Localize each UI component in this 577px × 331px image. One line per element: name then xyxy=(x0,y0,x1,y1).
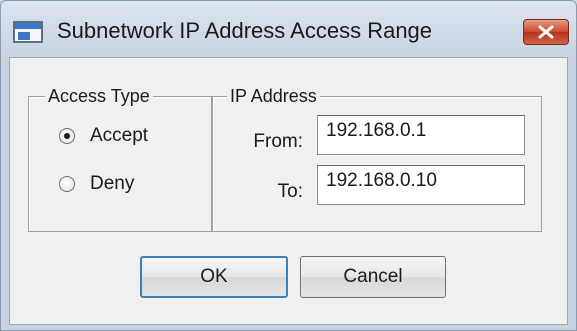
deny-radio-button[interactable] xyxy=(59,176,75,192)
to-label: To: xyxy=(277,181,303,202)
dialog-window: Subnetwork IP Address Access Range Acces… xyxy=(0,0,577,331)
ip-address-legend: IP Address xyxy=(227,85,320,107)
dialog-body: Access Type Accept Deny IP Address From:… xyxy=(9,57,568,325)
accept-radio-label: Accept xyxy=(90,125,149,146)
from-label: From: xyxy=(253,131,303,152)
deny-radio-label: Deny xyxy=(90,173,135,194)
ok-button[interactable]: OK xyxy=(140,256,288,298)
ip-address-group: IP Address From: 192.168.0.1 To: 192.168… xyxy=(212,85,542,232)
radio-selected-dot xyxy=(64,133,70,139)
cancel-button[interactable]: Cancel xyxy=(300,256,446,298)
accept-radio-button[interactable] xyxy=(59,128,75,144)
title-bar[interactable]: Subnetwork IP Address Access Range xyxy=(1,1,576,57)
window-title: Subnetwork IP Address Access Range xyxy=(57,18,433,43)
accept-radio-option[interactable]: Accept xyxy=(59,125,148,147)
deny-radio-option[interactable]: Deny xyxy=(59,173,134,195)
access-type-group: Access Type Accept Deny xyxy=(28,85,212,232)
close-button[interactable] xyxy=(523,19,569,45)
app-window-icon xyxy=(13,21,43,43)
close-icon xyxy=(538,25,554,39)
to-ip-input[interactable]: 192.168.0.10 xyxy=(317,165,525,205)
access-type-legend: Access Type xyxy=(45,85,153,107)
from-ip-input[interactable]: 192.168.0.1 xyxy=(317,115,525,155)
